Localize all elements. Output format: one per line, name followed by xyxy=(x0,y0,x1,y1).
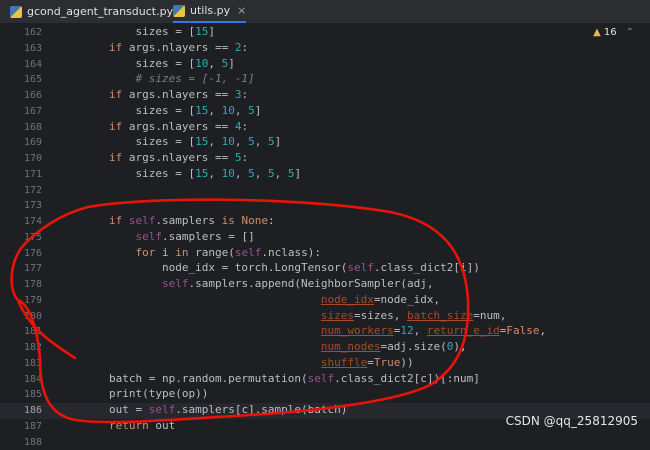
watermark: CSDN @qq_25812905 xyxy=(506,414,638,428)
red-annotation-circle xyxy=(0,0,650,439)
